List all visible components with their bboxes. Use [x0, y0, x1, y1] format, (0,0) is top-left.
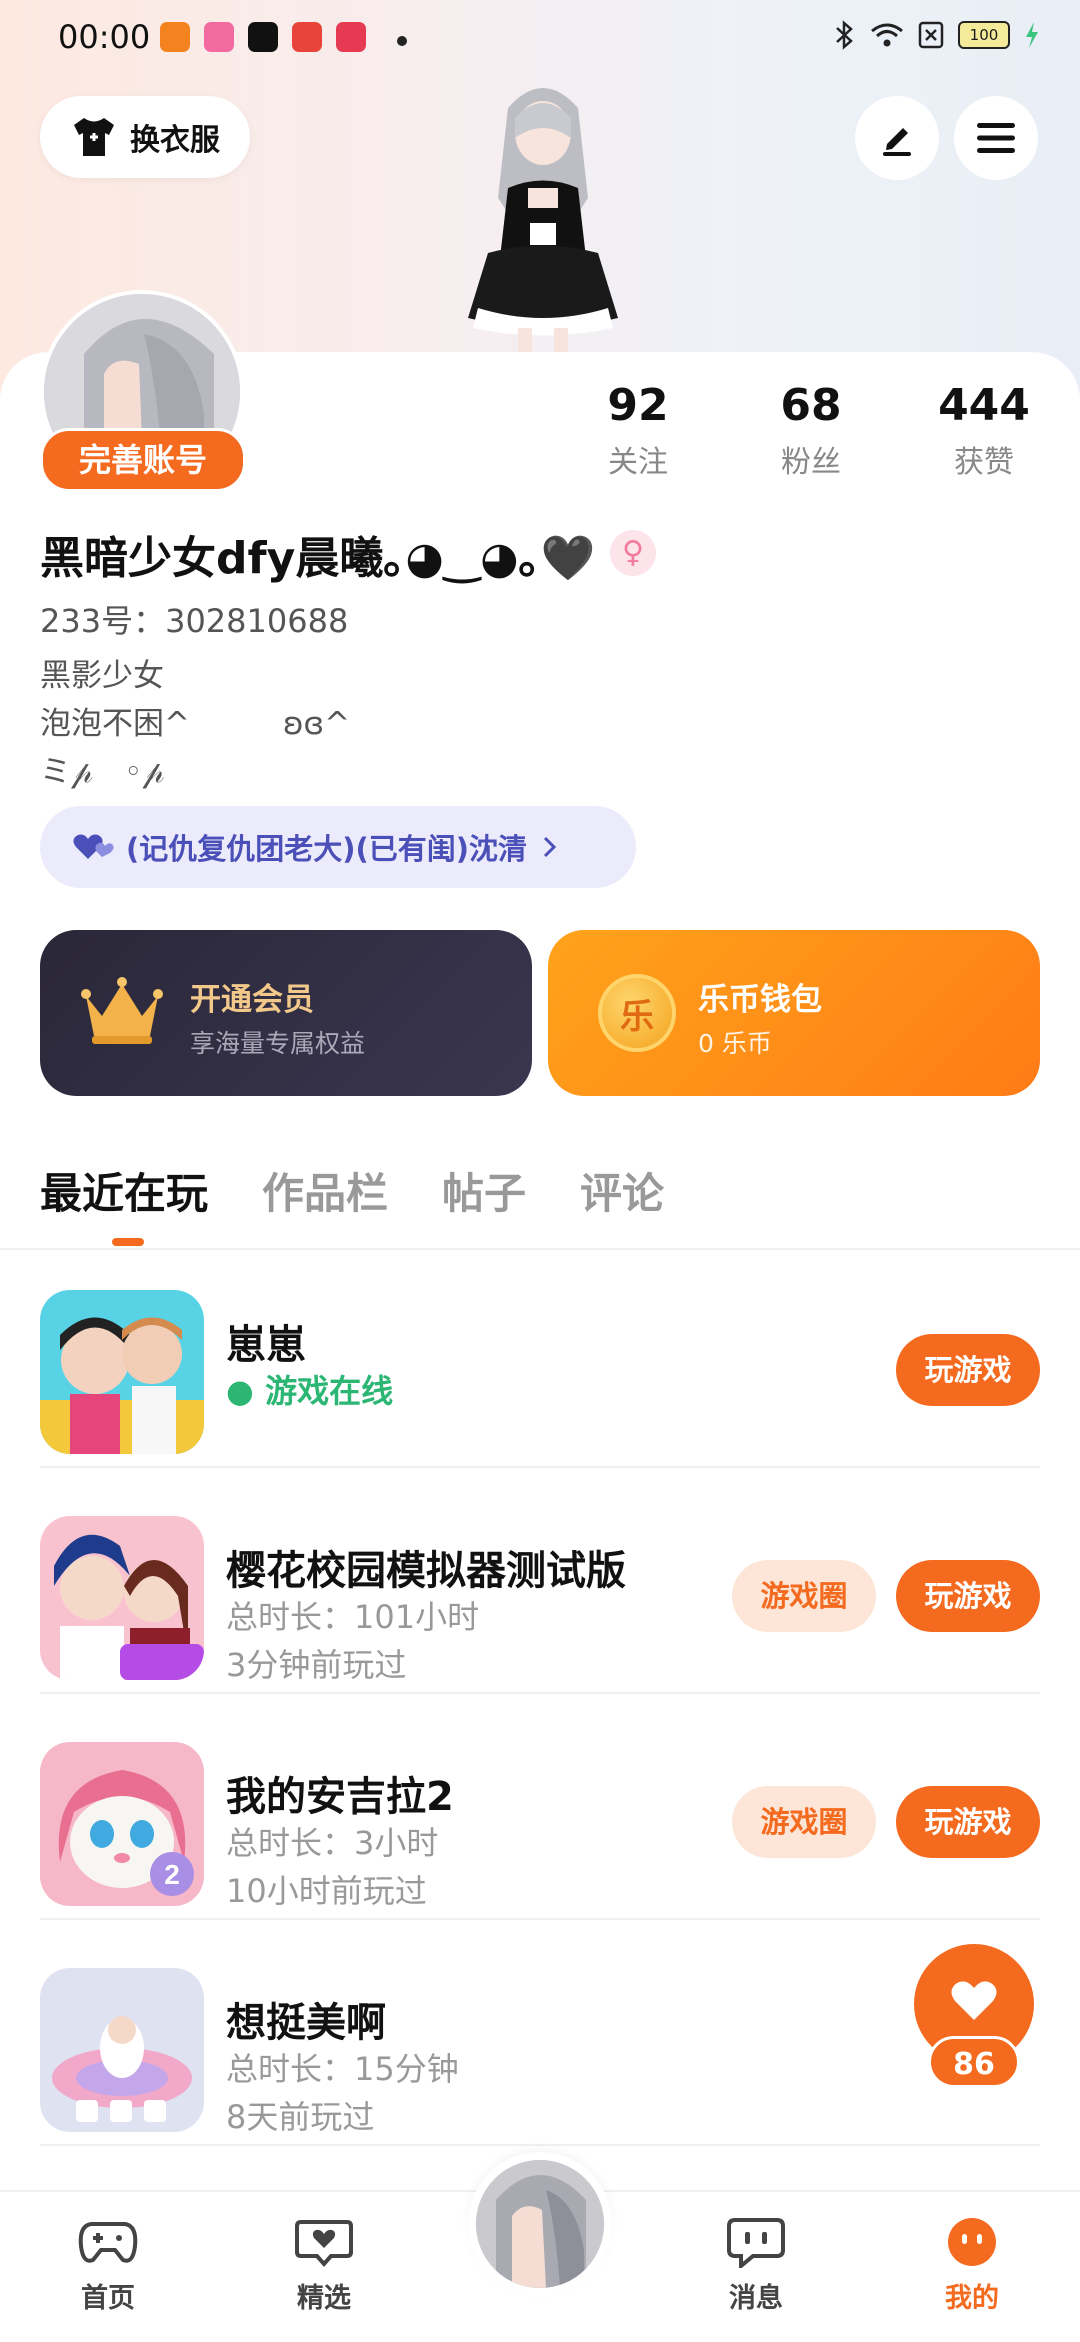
- app-notification-icon: [336, 22, 366, 52]
- app-notification-icon: [160, 22, 190, 52]
- profile-bio: 黑影少女 泡泡不困^ ʚɞ^ ミ𝓅 ◦𝓅: [40, 658, 351, 790]
- more-notifications-dot: [397, 36, 407, 46]
- game-icon: [40, 1516, 204, 1680]
- coin-icon: 乐: [598, 974, 676, 1052]
- game-icon: 2: [40, 1742, 204, 1906]
- game-play-duration: 总时长：101小时: [226, 1598, 480, 1636]
- app-notification-icon: [204, 22, 234, 52]
- stat-number: 68: [780, 380, 842, 431]
- tab-posts[interactable]: 帖子: [442, 1160, 526, 1221]
- nav-messages[interactable]: 消息: [686, 2216, 826, 2315]
- battery-indicator: 100: [958, 21, 1010, 49]
- game-play-duration: 总时长：3小时: [226, 1824, 439, 1862]
- stat-likes[interactable]: 444 获赞: [914, 380, 1054, 481]
- stat-label: 获赞: [954, 445, 1014, 480]
- bluetooth-icon: [836, 20, 853, 50]
- app-notification-icon: [248, 22, 278, 52]
- game-row[interactable]: 樱花校园模拟器测试版 总时长：101小时 3分钟前玩过 游戏圈 玩游戏: [40, 1466, 1040, 1694]
- nav-home[interactable]: 首页: [38, 2216, 178, 2315]
- profile-nickname: 黑暗少女dfy晨曦｡◕‿◕｡🖤: [40, 533, 596, 584]
- game-circle-button[interactable]: 游戏圈: [732, 1560, 876, 1632]
- like-count: 86: [928, 2036, 1020, 2088]
- profile-tabs: 最近在玩 作品栏 帖子 评论: [40, 1160, 664, 1221]
- game-icon: [40, 1290, 204, 1454]
- message-icon: [727, 2218, 785, 2271]
- game-online-status: ● 游戏在线: [226, 1366, 393, 1412]
- tab-recently-played[interactable]: 最近在玩: [40, 1160, 208, 1221]
- nav-label: 精选: [297, 2283, 351, 2314]
- nav-label: 我的: [945, 2283, 999, 2314]
- nav-featured[interactable]: 精选: [254, 2216, 394, 2315]
- crown-icon: [81, 977, 163, 1044]
- wallet-title: 乐币钱包: [698, 982, 822, 1018]
- game-last-played: 10小时前玩过: [226, 1872, 427, 1910]
- female-gender-icon: ♀: [610, 530, 656, 576]
- tab-works[interactable]: 作品栏: [262, 1160, 388, 1221]
- nav-label: 首页: [81, 2283, 135, 2314]
- vip-subtitle: 享海量专属权益: [190, 1029, 366, 1058]
- sim-off-icon: [918, 21, 944, 49]
- stat-label: 关注: [608, 445, 668, 480]
- svg-text:2: 2: [164, 1859, 180, 1890]
- charging-icon: [1026, 22, 1038, 48]
- tab-comments[interactable]: 评论: [580, 1160, 664, 1221]
- stat-number: 444: [938, 380, 1030, 431]
- game-row[interactable]: 2 我的安吉拉2 总时长：3小时 10小时前玩过 游戏圈 玩游戏: [40, 1692, 1040, 1920]
- play-game-button[interactable]: 玩游戏: [896, 1334, 1040, 1406]
- avatar-3d-figure[interactable]: [448, 78, 638, 353]
- like-floating-button[interactable]: 86: [914, 1944, 1034, 2094]
- menu-icon: [977, 123, 1015, 153]
- system-status-icons: 100: [834, 20, 1040, 50]
- stat-following[interactable]: 92 关注: [568, 380, 708, 481]
- game-play-duration: 总时长：15分钟: [226, 2050, 459, 2088]
- edit-profile-button[interactable]: [855, 96, 939, 180]
- game-name: 想挺美啊: [226, 2000, 386, 2046]
- game-name: 樱花校园模拟器测试版: [226, 1548, 626, 1594]
- center-avatar-image: [476, 2160, 604, 2288]
- profile-face-icon: [948, 2218, 996, 2266]
- double-heart-icon: [73, 834, 114, 859]
- relationship-text: (记仇复仇团老大)(已有闺)沈清: [126, 832, 528, 866]
- game-last-played: 8天前玩过: [226, 2098, 375, 2136]
- wifi-icon: [871, 23, 903, 47]
- status-bar: 00:00 100: [0, 0, 1080, 80]
- relationship-pill[interactable]: (记仇复仇团老大)(已有闺)沈清: [40, 806, 636, 888]
- nav-me[interactable]: 我的: [902, 2216, 1042, 2315]
- online-status-text: 游戏在线: [265, 1372, 394, 1410]
- stat-followers[interactable]: 68 粉丝: [741, 380, 881, 481]
- notification-icons: [160, 22, 366, 52]
- tshirt-icon: [74, 118, 114, 156]
- game-icon: [40, 1968, 204, 2132]
- game-name: 崽崽: [226, 1322, 306, 1368]
- game-last-played: 3分钟前玩过: [226, 1646, 407, 1684]
- pencil-icon: [883, 128, 911, 156]
- menu-button[interactable]: [954, 96, 1038, 180]
- game-circle-button[interactable]: 游戏圈: [732, 1786, 876, 1858]
- play-game-button[interactable]: 玩游戏: [896, 1786, 1040, 1858]
- stat-label: 粉丝: [781, 445, 841, 480]
- nav-label: 消息: [729, 2283, 783, 2314]
- game-name: 我的安吉拉2: [226, 1774, 454, 1820]
- game-row[interactable]: 崽崽 ● 游戏在线 玩游戏: [40, 1240, 1040, 1468]
- vip-title: 开通会员: [190, 982, 314, 1018]
- vip-membership-card[interactable]: 开通会员 享海量专属权益: [40, 930, 532, 1096]
- coin-wallet-card[interactable]: 乐 乐币钱包 0 乐币: [548, 930, 1040, 1096]
- heart-chat-icon: [295, 2220, 353, 2268]
- wallet-balance: 0 乐币: [698, 1029, 772, 1058]
- change-outfit-label: 换衣服: [130, 123, 220, 158]
- status-time: 00:00: [58, 18, 151, 56]
- stat-number: 92: [607, 380, 669, 431]
- complete-account-badge[interactable]: 完善账号: [40, 428, 246, 492]
- game-row[interactable]: 想挺美啊 总时长：15分钟 8天前玩过: [40, 1918, 1040, 2146]
- change-outfit-button[interactable]: 换衣服: [40, 96, 250, 178]
- profile-uid[interactable]: 233号：302810688: [40, 596, 348, 642]
- online-dot-icon: ●: [226, 1372, 254, 1410]
- heart-icon: [951, 1981, 997, 2020]
- nav-center-avatar[interactable]: [468, 2152, 612, 2296]
- chevron-right-icon: [543, 836, 557, 858]
- play-game-button[interactable]: 玩游戏: [896, 1560, 1040, 1632]
- gamepad-icon: [78, 2222, 138, 2263]
- app-notification-icon: [292, 22, 322, 52]
